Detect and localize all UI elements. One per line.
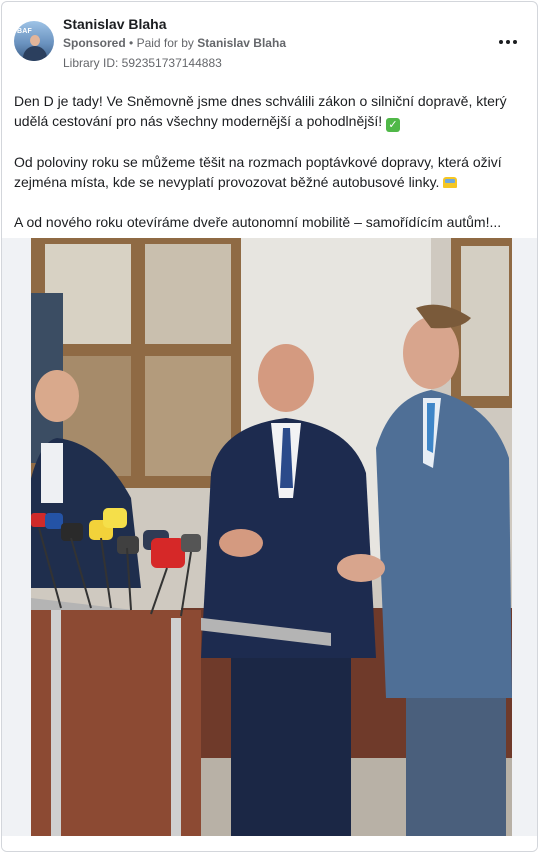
author-avatar[interactable]: BAF	[14, 21, 54, 61]
post-header: BAF Stanislav Blaha Sponsored • Paid for…	[2, 2, 537, 82]
author-name[interactable]: Stanislav Blaha	[63, 16, 167, 32]
post-paragraph-3[interactable]: A od nového roku otevíráme dveře autonom…	[14, 212, 514, 232]
post-paragraph-1-text: Den D je tady! Ve Sněmovně jsme dnes sch…	[14, 93, 507, 129]
post-footer	[2, 836, 537, 851]
post-paragraph-2-text: Od poloviny roku se můžeme těšit na rozm…	[14, 154, 502, 190]
press-conference-photo[interactable]	[31, 238, 512, 836]
post-paragraph-3-text: A od nového roku otevíráme dveře autonom…	[14, 214, 502, 230]
sponsored-line: Sponsored • Paid for by Stanislav Blaha	[63, 36, 286, 50]
meta-dot: •	[129, 36, 137, 50]
post-paragraph-2: Od poloviny roku se můžeme těšit na rozm…	[14, 152, 514, 192]
post-text: Den D je tady! Ve Sněmovně jsme dnes sch…	[14, 91, 514, 252]
check-mark-emoji-icon: ✓	[386, 118, 401, 132]
avatar-body	[23, 46, 47, 61]
ad-post-card: BAF Stanislav Blaha Sponsored • Paid for…	[1, 1, 538, 852]
paid-for-by-label: Paid for by	[136, 36, 194, 50]
sponsored-label: Sponsored	[63, 36, 126, 50]
library-id: Library ID: 592351737144883	[63, 56, 222, 70]
avatar-head	[30, 35, 40, 46]
more-horizontal-icon[interactable]	[494, 30, 522, 54]
bus-emoji-icon	[443, 177, 458, 188]
post-paragraph-1: Den D je tady! Ve Sněmovně jsme dnes sch…	[14, 91, 514, 132]
avatar-badge-text: BAF	[17, 28, 32, 35]
paid-for-by-name[interactable]: Stanislav Blaha	[197, 36, 286, 50]
